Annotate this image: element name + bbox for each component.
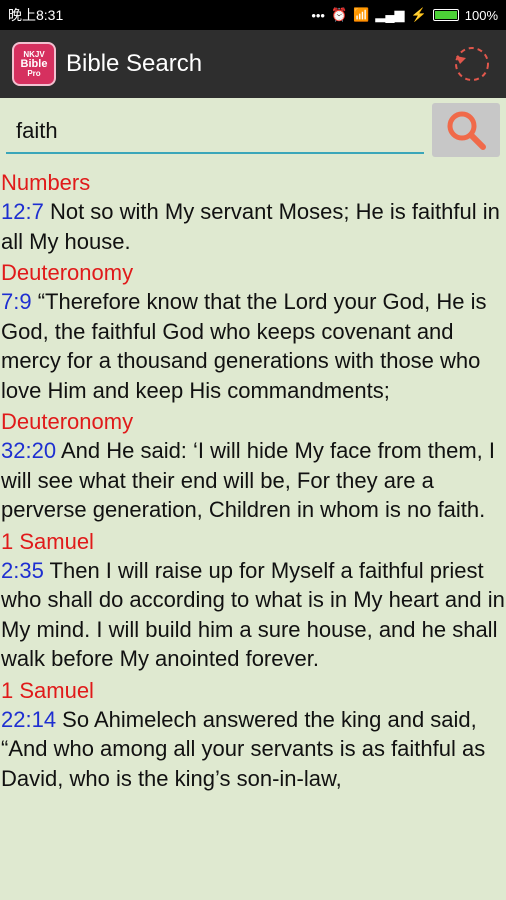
status-time: 晚上8:31 (8, 7, 64, 23)
page-title: Bible Search (66, 50, 203, 77)
result-text: “Therefore know that the Lord your God, … (1, 289, 487, 403)
more-icon: ••• (311, 7, 325, 23)
search-row (0, 98, 506, 164)
result-item[interactable]: Deuteronomy 7:9 “Therefore know that the… (1, 258, 505, 405)
result-item[interactable]: 1 Samuel 22:14 So Ahimelech answered the… (1, 676, 505, 794)
search-input[interactable] (6, 110, 424, 154)
results-list[interactable]: Numbers 12:7 Not so with My servant Mose… (0, 168, 506, 900)
result-text: Then I will raise up for Myself a faithf… (1, 557, 505, 672)
result-text: Not so with My servant Moses; He is fait… (1, 199, 500, 254)
result-reference[interactable]: 12:7 (1, 199, 44, 224)
result-book: 1 Samuel (1, 677, 94, 703)
signal-icon: ▂▄▆ (375, 7, 405, 22)
refresh-icon[interactable] (450, 42, 494, 86)
result-item[interactable]: Deuteronomy 32:20 And He said: ‘I will h… (1, 407, 505, 525)
charging-icon: ⚡ (410, 7, 427, 22)
app-bar: NKJV Bible Pro Bible Search (0, 30, 506, 98)
result-reference[interactable]: 2:35 (1, 558, 44, 583)
app-logo-icon: NKJV Bible Pro (12, 42, 56, 86)
result-reference[interactable]: 7:9 (1, 289, 32, 314)
result-book: 1 Samuel (1, 528, 94, 554)
wifi-icon: 📶 (353, 7, 370, 22)
result-book: Numbers (1, 170, 91, 195)
status-icons: ••• ⏰ 📶 ▂▄▆ ⚡ 100% (311, 7, 498, 23)
result-item[interactable]: Numbers 12:7 Not so with My servant Mose… (1, 168, 505, 256)
search-button[interactable] (432, 103, 500, 157)
battery-percent: 100% (464, 7, 498, 23)
status-bar: 晚上8:31 ••• ⏰ 📶 ▂▄▆ ⚡ 100% (0, 0, 506, 30)
result-reference[interactable]: 22:14 (1, 707, 56, 732)
result-book: Deuteronomy (1, 409, 134, 434)
result-text: So Ahimelech answered the king and said,… (1, 706, 486, 791)
result-reference[interactable]: 32:20 (1, 438, 56, 463)
result-book: Deuteronomy (1, 260, 134, 285)
alarm-icon: ⏰ (330, 7, 348, 22)
search-icon (447, 111, 486, 150)
result-item[interactable]: 1 Samuel 2:35 Then I will raise up for M… (1, 527, 505, 674)
battery-icon (432, 9, 459, 21)
result-text: And He said: ‘I will hide My face from t… (1, 438, 496, 522)
